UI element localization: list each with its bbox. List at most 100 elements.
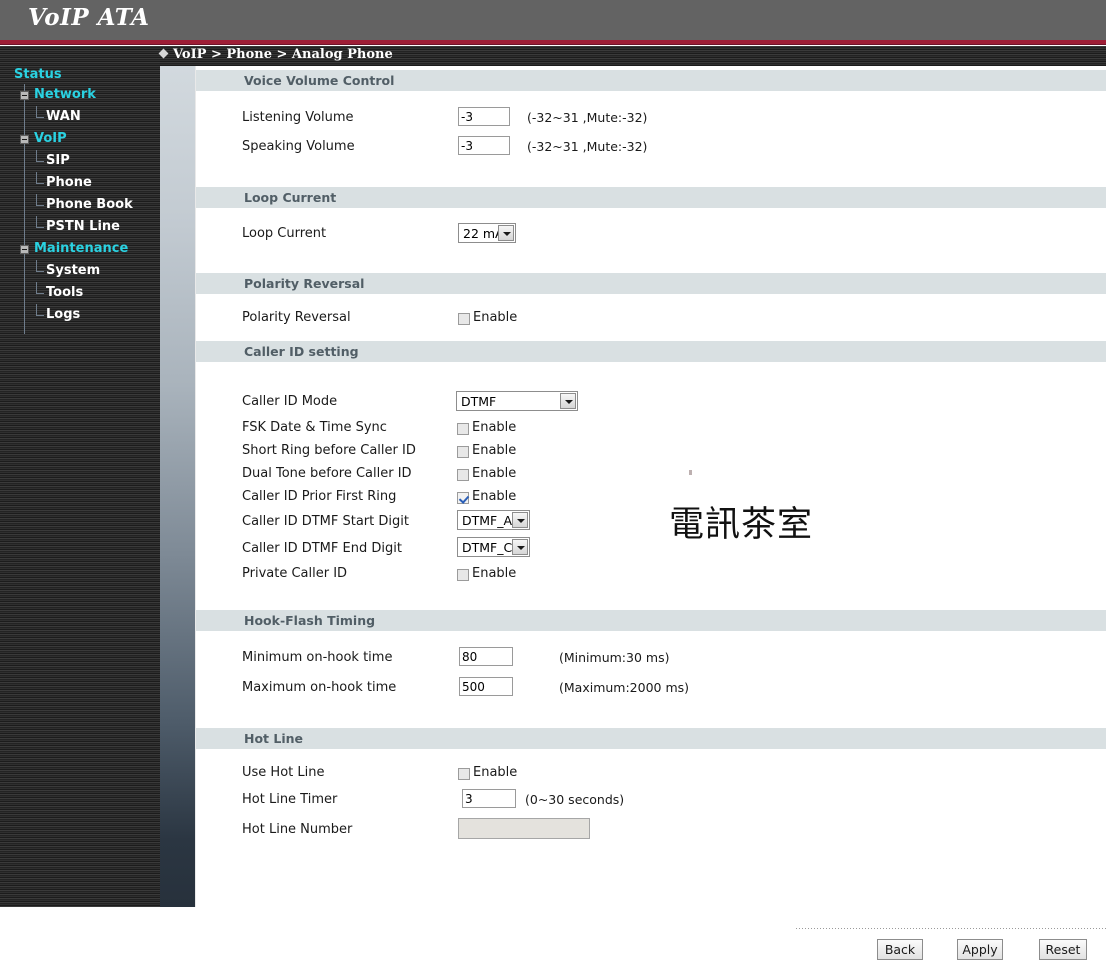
sidebar-item-phone[interactable]: Phone [0,172,160,194]
sidebar-item-sip[interactable]: SIP [0,150,160,172]
section-title: Polarity Reversal [244,276,365,291]
chevron-down-icon[interactable] [498,225,514,241]
dtmf-end-digit-select[interactable]: DTMF_C [457,537,530,557]
private-caller-id-checkbox[interactable] [457,569,469,581]
checkbox-label: Enable [472,420,517,435]
watermark-text: 電訊茶室 [669,505,814,545]
settings-form: Voice Volume Control Listening Volume (-… [196,66,1106,960]
dual-tone-checkbox[interactable] [457,469,469,481]
checkbox-label: Enable [472,566,517,581]
sidebar-item-logs[interactable]: Logs [0,304,160,326]
section-header-voice-volume: Voice Volume Control [196,70,1106,91]
sidebar-gutter [160,66,196,907]
breadcrumb-bar: VoIP > Phone > Analog Phone [0,46,1106,66]
hot-line-number-input[interactable] [458,818,590,839]
private-caller-id-label: Private Caller ID [242,566,348,581]
sidebar-item-label: Maintenance [34,241,129,256]
speaking-volume-label: Speaking Volume [242,139,355,154]
tree-collapse-icon[interactable] [20,135,29,144]
hot-line-timer-input[interactable] [462,789,516,808]
sidebar-item-label: VoIP [34,131,67,146]
section-header-polarity: Polarity Reversal [196,273,1106,294]
apply-button[interactable]: Apply [957,939,1003,960]
sidebar-item-phone-book[interactable]: Phone Book [0,194,160,216]
chevron-down-icon[interactable] [512,512,528,528]
checkbox-label: Enable [472,489,517,504]
sidebar-item-pstn-line[interactable]: PSTN Line [0,216,160,238]
sidebar-item-label: Network [34,87,96,102]
section-header-hot-line: Hot Line [196,728,1106,749]
watermark-speck [689,470,692,475]
app-banner: VoIP ATA [0,0,1106,40]
listening-volume-input[interactable] [458,107,510,126]
tree-elbow-line [36,106,44,118]
hot-line-timer-label: Hot Line Timer [242,792,338,807]
listening-volume-label: Listening Volume [242,110,354,125]
section-title: Hot Line [244,731,304,746]
sidebar-item-network[interactable]: Network [0,84,160,106]
speaking-volume-hint: (-32~31 ,Mute:-32) [527,139,648,154]
caller-id-mode-select[interactable]: DTMF [456,391,578,411]
tree-elbow-line [36,282,44,294]
tree-elbow-line [36,260,44,272]
caller-id-prior-first-ring-label: Caller ID Prior First Ring [242,489,397,504]
checkbox-label: Enable [473,765,518,780]
tree-elbow-line [36,150,44,162]
sidebar-item-status[interactable]: Status [0,66,160,84]
breadcrumb-text: VoIP > Phone > Analog Phone [173,47,393,62]
short-ring-label: Short Ring before Caller ID [242,443,416,458]
sidebar-nav: Status Network WAN VoIP SIP Phone Phone … [0,66,160,334]
max-on-hook-input[interactable] [459,677,513,696]
tree-elbow-line [36,194,44,206]
loop-current-label: Loop Current [242,226,327,241]
polarity-reversal-label: Polarity Reversal [242,310,351,325]
section-header-hook-flash: Hook-Flash Timing [196,610,1106,631]
dtmf-end-digit-label: Caller ID DTMF End Digit [242,541,402,556]
checkbox-label: Enable [473,310,518,325]
accent-divider [0,40,1106,45]
min-on-hook-label: Minimum on-hook time [242,650,393,665]
min-on-hook-input[interactable] [459,647,513,666]
caller-id-prior-first-ring-checkbox[interactable] [457,492,469,504]
tree-collapse-icon[interactable] [20,91,29,100]
footer-divider [796,928,1106,929]
sidebar-item-system[interactable]: System [0,260,160,282]
sidebar-item-label: Tools [46,285,84,300]
dtmf-end-digit-value: DTMF_C [462,540,513,555]
sidebar-item-voip[interactable]: VoIP [0,128,160,150]
min-on-hook-hint: (Minimum:30 ms) [559,650,670,665]
polarity-reversal-checkbox[interactable] [458,313,470,325]
listening-volume-hint: (-32~31 ,Mute:-32) [527,110,648,125]
dtmf-start-digit-label: Caller ID DTMF Start Digit [242,514,409,529]
product-title: VoIP ATA [28,4,150,31]
hot-line-timer-hint: (0~30 seconds) [525,792,625,807]
sidebar-item-wan[interactable]: WAN [0,106,160,128]
sidebar: Status Network WAN VoIP SIP Phone Phone … [0,66,160,907]
sidebar-item-label: Logs [46,307,81,322]
caller-id-mode-value: DTMF [461,394,497,409]
speaking-volume-input[interactable] [458,136,510,155]
dtmf-start-digit-select[interactable]: DTMF_A [457,510,530,530]
section-header-loop-current: Loop Current [196,187,1106,208]
sidebar-item-label: Phone Book [46,197,133,212]
back-button[interactable]: Back [877,939,923,960]
max-on-hook-hint: (Maximum:2000 ms) [559,680,690,695]
use-hot-line-checkbox[interactable] [458,768,470,780]
sidebar-item-maintenance[interactable]: Maintenance [0,238,160,260]
sidebar-item-label: PSTN Line [46,219,120,234]
fsk-date-time-sync-label: FSK Date & Time Sync [242,420,387,435]
section-title: Loop Current [244,190,337,205]
loop-current-select[interactable]: 22 mA [458,223,516,243]
chevron-down-icon[interactable] [560,393,576,409]
sidebar-item-label: Phone [46,175,92,190]
sidebar-item-label: WAN [46,109,81,124]
short-ring-checkbox[interactable] [457,446,469,458]
checkbox-label: Enable [472,466,517,481]
reset-button[interactable]: Reset [1039,939,1087,960]
tree-collapse-icon[interactable] [20,245,29,254]
fsk-date-time-sync-checkbox[interactable] [457,423,469,435]
chevron-down-icon[interactable] [512,539,528,555]
tree-elbow-line [36,172,44,184]
sidebar-item-tools[interactable]: Tools [0,282,160,304]
sidebar-item-label: System [46,263,101,278]
